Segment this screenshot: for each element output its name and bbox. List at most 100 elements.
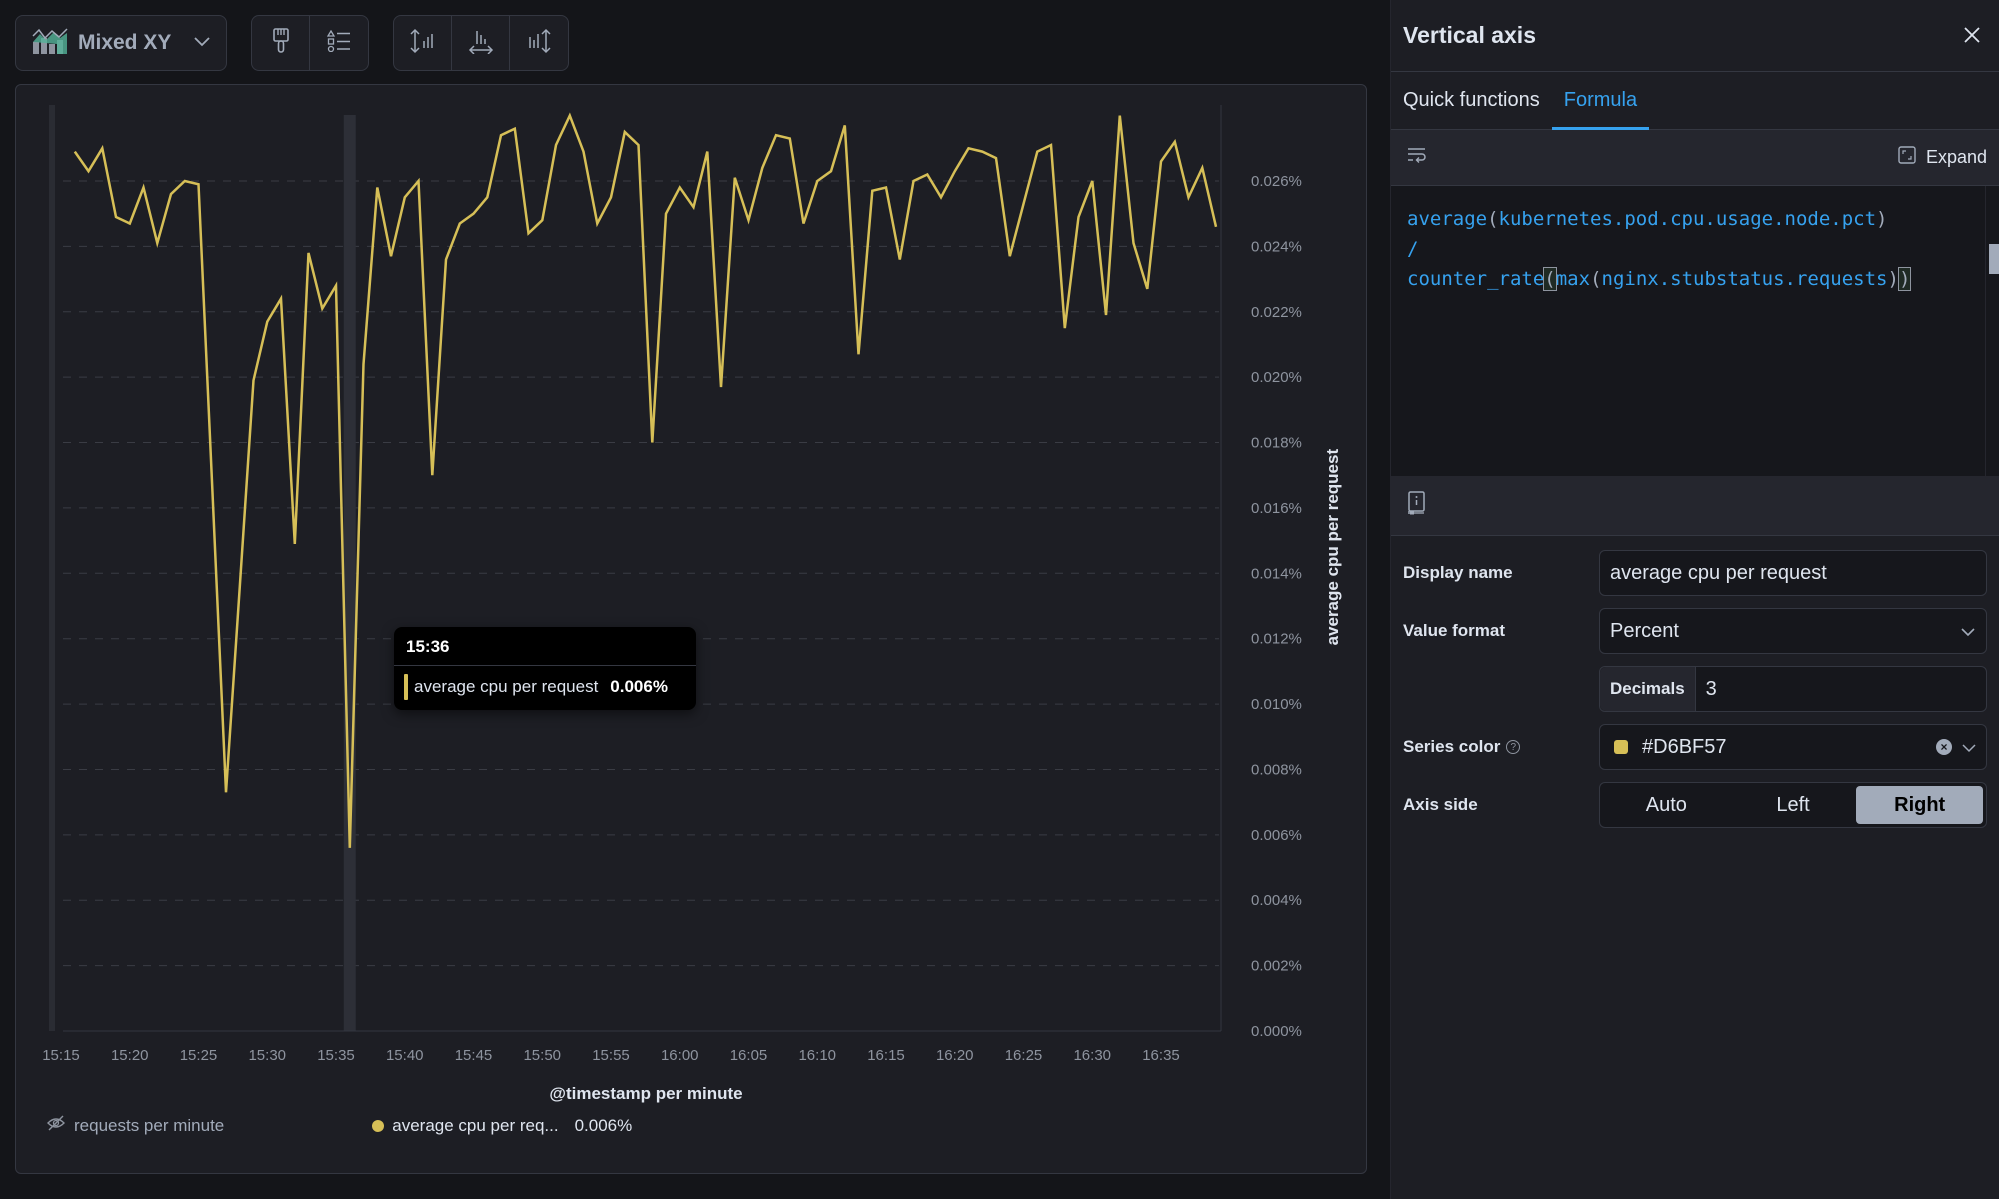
editor-scrollbar-thumb[interactable] <box>1989 244 1999 274</box>
decimals-input[interactable] <box>1695 677 1976 701</box>
chart-tooltip: 15:36 average cpu per request 0.006% <box>394 627 696 710</box>
y-axis-title: average cpu per request <box>1323 449 1342 646</box>
right-axis-icon <box>526 28 552 59</box>
visual-options-button[interactable] <box>252 16 310 70</box>
legend-value: 0.006% <box>574 1115 633 1135</box>
y-tick-label: 0.020% <box>1251 369 1302 386</box>
tooltip-row: average cpu per request 0.006% <box>394 666 696 710</box>
formula-editor[interactable]: average(kubernetes.pod.cpu.usage.node.pc… <box>1391 186 1999 476</box>
word-wrap-icon[interactable] <box>1407 147 1427 168</box>
editor-scrollbar[interactable] <box>1985 186 1999 476</box>
style-button-group <box>251 15 369 71</box>
display-name-input[interactable] <box>1610 561 1976 585</box>
axis-side-label: Axis side <box>1403 795 1478 814</box>
formula-editor-toolbar: Expand <box>1391 130 1999 186</box>
x-tick-label: 16:20 <box>936 1047 974 1064</box>
chart-legend: requests per minute average cpu per req.… <box>46 1115 632 1136</box>
value-format-selected: Percent <box>1610 619 1679 642</box>
expand-label: Expand <box>1925 147 1987 167</box>
expand-editor-button[interactable]: Expand <box>1898 146 1987 169</box>
bottom-axis-icon <box>468 28 494 59</box>
series-color-label: Series color <box>1403 737 1501 756</box>
x-tick-label: 15:45 <box>455 1047 493 1064</box>
legend-options-button[interactable] <box>310 16 368 70</box>
close-panel-button[interactable] <box>1957 20 1987 51</box>
decimals-field-wrapper: Decimals <box>1599 666 1987 712</box>
x-axis-title: @timestamp per minute <box>549 1084 742 1103</box>
legend-item-average-cpu-per-request[interactable]: average cpu per req... 0.006% <box>372 1116 632 1136</box>
value-format-label: Value format <box>1403 621 1506 640</box>
y-tick-label: 0.002% <box>1251 958 1302 975</box>
fullscreen-icon <box>1898 146 1916 169</box>
y-axis-ticks: 0.000% 0.002% 0.004% 0.006% 0.008% 0.010% 0.01… <box>1251 173 1302 1040</box>
tooltip-time: 15:36 <box>394 627 696 666</box>
chevron-down-icon <box>194 34 210 52</box>
tooltip-value: 0.006% <box>610 677 668 696</box>
close-icon <box>1963 20 1981 50</box>
x-tick-label: 15:25 <box>180 1047 218 1064</box>
display-name-field-wrapper <box>1599 550 1987 596</box>
chart-type-switcher[interactable]: Mixed XY <box>16 16 226 70</box>
function-tabs: Quick functions Formula <box>1391 72 1999 130</box>
value-format-select[interactable]: Percent <box>1599 608 1987 654</box>
x-tick-label: 15:55 <box>592 1047 630 1064</box>
x-tick-label: 15:50 <box>523 1047 561 1064</box>
dimension-editor-panel: Vertical axis Quick functions Formula Ex… <box>1390 0 1999 1199</box>
x-tick-label: 15:15 <box>42 1047 80 1064</box>
legend-label: requests per minute <box>74 1115 225 1135</box>
decimals-label: Decimals <box>1600 667 1696 711</box>
axis-side-button-group: Auto Left Right <box>1599 782 1987 828</box>
x-tick-label: 15:40 <box>386 1047 424 1064</box>
value-format-row: Value format Percent <box>1403 608 1987 654</box>
dimension-settings-form: Display name Value format Percent Decima… <box>1391 536 1999 828</box>
help-icon[interactable]: ? <box>1506 740 1521 754</box>
x-tick-label: 16:00 <box>661 1047 699 1064</box>
y-tick-label: 0.018% <box>1251 435 1302 452</box>
panel-header: Vertical axis <box>1391 0 1999 72</box>
x-tick-label: 16:30 <box>1073 1047 1111 1064</box>
decimals-row: Decimals <box>1403 666 1987 712</box>
documentation-book-icon[interactable] <box>1407 491 1427 520</box>
series-lines <box>73 112 1218 848</box>
tab-quick-functions[interactable]: Quick functions <box>1403 72 1540 129</box>
chart-toolbar: Mixed XY <box>15 15 569 71</box>
y-tick-label: 0.026% <box>1251 173 1302 190</box>
chart-left-edge <box>49 105 55 1031</box>
y-tick-label: 0.000% <box>1251 1023 1302 1040</box>
legend-label: average cpu per req... <box>392 1115 559 1135</box>
legend-item-requests-per-minute[interactable]: requests per minute <box>46 1115 224 1136</box>
series-color-picker[interactable]: #D6BF57 × <box>1599 724 1987 770</box>
tooltip-series-label: average cpu per request <box>414 677 599 696</box>
x-axis-ticks: 15:15 15:20 15:25 15:30 15:35 15:40 15:45 15:50… <box>42 1047 1180 1064</box>
formula-line: counter_rate(max(nginx.stubstatus.reques… <box>1407 267 1912 291</box>
axis-side-auto-button[interactable]: Auto <box>1603 786 1730 824</box>
axis-side-row: Axis side Auto Left Right <box>1403 782 1987 828</box>
series-line[interactable] <box>73 112 1218 848</box>
display-name-label: Display name <box>1403 563 1513 582</box>
display-name-row: Display name <box>1403 550 1987 596</box>
axis-button-group <box>393 15 569 71</box>
y-tick-label: 0.004% <box>1251 892 1302 909</box>
left-axis-button[interactable] <box>394 16 452 70</box>
tab-formula[interactable]: Formula <box>1551 72 1650 130</box>
y-tick-label: 0.010% <box>1251 696 1302 713</box>
axis-side-right-button[interactable]: Right <box>1856 786 1984 824</box>
y-tick-label: 0.022% <box>1251 304 1302 321</box>
panel-title: Vertical axis <box>1403 22 1536 48</box>
y-tick-label: 0.014% <box>1251 565 1302 582</box>
y-tick-label: 0.012% <box>1251 631 1302 648</box>
right-axis-button[interactable] <box>510 16 568 70</box>
legend-color-dot <box>372 1119 385 1132</box>
x-tick-label: 16:05 <box>730 1047 768 1064</box>
x-tick-label: 15:20 <box>111 1047 149 1064</box>
bottom-axis-button[interactable] <box>452 16 510 70</box>
chart-panel: 0.000% 0.002% 0.004% 0.006% 0.008% 0.010% 0.01… <box>15 84 1367 1174</box>
legend-list-icon <box>326 29 351 57</box>
axis-side-left-button[interactable]: Left <box>1730 786 1857 824</box>
chart-type-group: Mixed XY <box>15 15 227 71</box>
y-tick-label: 0.016% <box>1251 500 1302 517</box>
series-color-label-wrap: Series color ? <box>1403 737 1599 757</box>
clear-color-icon[interactable]: × <box>1936 739 1952 755</box>
lens-editor: Mixed XY 0.000% 0.002% 0.004% 0.006% 0.0… <box>0 0 1999 1199</box>
x-tick-label: 16:15 <box>867 1047 905 1064</box>
